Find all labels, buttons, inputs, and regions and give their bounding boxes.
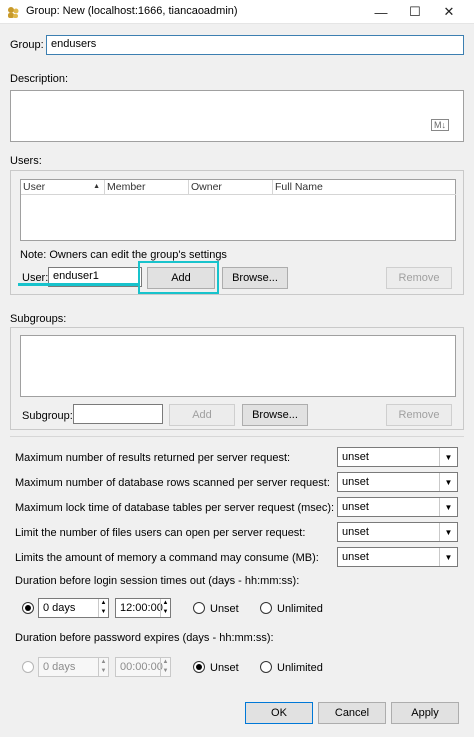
password-expire-value-radio[interactable] <box>22 661 34 673</box>
group-name-value: endusers <box>51 38 97 50</box>
subgroups-list[interactable] <box>20 335 456 397</box>
user-input-highlight <box>47 283 139 286</box>
remove-subgroup-button[interactable]: Remove <box>386 404 452 426</box>
user-input-value: enduser1 <box>53 270 99 282</box>
markdown-icon[interactable]: M↓ <box>431 119 449 131</box>
password-time-spinner[interactable]: 00:00:00 ▲ ▼ <box>115 657 171 677</box>
user-label: User: <box>22 272 49 284</box>
max-scan-rows-label: Maximum number of database rows scanned … <box>15 477 330 489</box>
chevron-down-icon: ▼ <box>439 498 457 516</box>
sort-ascending-icon: ▲ <box>93 183 100 190</box>
session-unset-label[interactable]: Unset <box>210 603 239 615</box>
spinner-arrows-icon[interactable]: ▲ ▼ <box>160 599 170 617</box>
max-results-select[interactable]: unset ▼ <box>337 447 458 467</box>
max-memory-select[interactable]: unset ▼ <box>337 547 458 567</box>
apply-button[interactable]: Apply <box>391 702 459 724</box>
browse-subgroups-button[interactable]: Browse... <box>242 404 308 426</box>
description-label: Description: <box>10 73 69 85</box>
chevron-down-icon: ▼ <box>439 548 457 566</box>
spinner-arrows-icon[interactable]: ▲ ▼ <box>98 599 108 617</box>
maximize-button[interactable]: ☐ <box>398 0 432 24</box>
max-lock-time-select[interactable]: unset ▼ <box>337 497 458 517</box>
cancel-button[interactable]: Cancel <box>318 702 386 724</box>
max-open-files-label: Limit the number of files users can open… <box>15 527 306 539</box>
chevron-down-icon: ▼ <box>439 448 457 466</box>
subgroup-label: Subgroup: <box>22 410 73 422</box>
chevron-down-icon: ▼ <box>439 523 457 541</box>
group-label: Group: <box>10 39 44 51</box>
session-days-spinner[interactable]: 0 days ▲ ▼ <box>38 598 109 618</box>
title-bar: Group: New (localhost:1666, tiancaoadmin… <box>0 0 474 24</box>
group-app-icon <box>8 7 19 18</box>
window-title: Group: New (localhost:1666, tiancaoadmin… <box>26 5 238 17</box>
add-user-button[interactable]: Add <box>147 267 215 289</box>
password-unset-label[interactable]: Unset <box>210 662 239 674</box>
max-lock-time-label: Maximum lock time of database tables per… <box>15 502 335 514</box>
close-window-button[interactable]: ✕ <box>432 0 466 24</box>
column-header-user[interactable]: User ▲ <box>21 180 105 195</box>
add-subgroup-button[interactable]: Add <box>169 404 235 426</box>
password-unset-radio[interactable] <box>193 661 205 673</box>
description-textarea[interactable]: M↓ <box>10 90 464 142</box>
max-scan-rows-select[interactable]: unset ▼ <box>337 472 458 492</box>
column-header-owner[interactable]: Owner <box>189 180 273 195</box>
max-results-label: Maximum number of results returned per s… <box>15 452 291 464</box>
session-time-spinner[interactable]: 12:00:00 ▲ ▼ <box>115 598 171 618</box>
session-timeout-value-radio[interactable] <box>22 602 34 614</box>
separator <box>10 436 464 437</box>
spinner-arrows-icon[interactable]: ▲ ▼ <box>160 658 170 676</box>
users-label: Users: <box>10 155 42 167</box>
ok-button[interactable]: OK <box>245 702 313 724</box>
session-timeout-label: Duration before login session times out … <box>15 575 300 587</box>
column-header-fullname[interactable]: Full Name <box>273 180 456 195</box>
password-expire-label: Duration before password expires (days -… <box>15 632 274 644</box>
password-unlimited-label[interactable]: Unlimited <box>277 662 323 674</box>
chevron-down-icon: ▼ <box>439 473 457 491</box>
session-unlimited-label[interactable]: Unlimited <box>277 603 323 615</box>
max-open-files-select[interactable]: unset ▼ <box>337 522 458 542</box>
close-icon: ✕ <box>443 4 455 19</box>
remove-user-button[interactable]: Remove <box>386 267 452 289</box>
session-unlimited-radio[interactable] <box>260 602 272 614</box>
subgroup-input[interactable] <box>73 404 163 424</box>
minimize-button[interactable]: — <box>364 0 398 24</box>
browse-users-button[interactable]: Browse... <box>222 267 288 289</box>
column-header-member[interactable]: Member <box>105 180 189 195</box>
maximize-icon: ☐ <box>409 4 421 19</box>
owners-note: Note: Owners can edit the group's settin… <box>20 249 227 261</box>
group-name-input[interactable]: endusers <box>46 35 464 55</box>
password-unlimited-radio[interactable] <box>260 661 272 673</box>
password-days-spinner[interactable]: 0 days ▲ ▼ <box>38 657 109 677</box>
users-table[interactable]: User ▲ Member Owner Full Name <box>20 179 456 241</box>
minimize-icon: — <box>374 4 388 20</box>
max-memory-label: Limits the amount of memory a command ma… <box>15 552 319 564</box>
spinner-arrows-icon[interactable]: ▲ ▼ <box>98 658 108 676</box>
subgroups-label: Subgroups: <box>10 313 67 325</box>
session-unset-radio[interactable] <box>193 602 205 614</box>
